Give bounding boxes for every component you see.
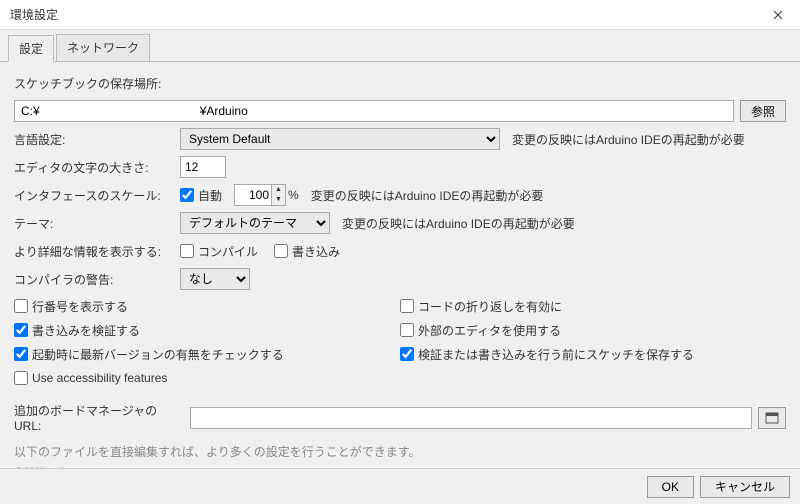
spin-down-icon[interactable]: ▼ <box>271 195 285 205</box>
auto-label: 自動 <box>198 187 222 204</box>
warnings-label: コンパイラの警告: <box>14 271 180 288</box>
percent-label: % <box>288 188 299 202</box>
settings-panel: スケッチブックの保存場所: 参照 言語設定: System Default 変更… <box>0 62 800 473</box>
auto-scale-checkbox[interactable]: 自動 <box>180 187 222 204</box>
fontsize-label: エディタの文字の大きさ: <box>14 159 180 176</box>
scale-spinner[interactable]: ▲▼ <box>234 184 286 206</box>
verbose-label: より詳細な情報を表示する: <box>14 243 180 260</box>
line-numbers-checkbox[interactable]: 行番号を表示する <box>14 298 128 315</box>
tab-bar: 設定 ネットワーク <box>0 30 800 62</box>
ok-button[interactable]: OK <box>647 476 694 498</box>
external-editor-checkbox[interactable]: 外部のエディタを使用する <box>400 322 561 339</box>
theme-label: テーマ: <box>14 215 180 232</box>
verify-upload-checkbox[interactable]: 書き込みを検証する <box>14 322 140 339</box>
boards-url-label: 追加のボードマネージャのURL: <box>14 402 184 433</box>
spin-up-icon[interactable]: ▲ <box>271 185 285 195</box>
language-select[interactable]: System Default <box>180 128 500 150</box>
sketchbook-path-input[interactable] <box>14 100 734 122</box>
window-title: 環境設定 <box>10 6 58 23</box>
upload-checkbox[interactable]: 書き込み <box>274 243 340 260</box>
save-verify-checkbox[interactable]: 検証または書き込みを行う前にスケッチを保存する <box>400 346 694 363</box>
scale-input[interactable] <box>235 188 271 202</box>
code-folding-checkbox[interactable]: コードの折り返しを有効に <box>400 298 562 315</box>
theme-select[interactable]: デフォルトのテーマ <box>180 212 330 234</box>
theme-restart-note: 変更の反映にはArduino IDEの再起動が必要 <box>342 215 575 232</box>
button-bar: OK キャンセル <box>0 468 800 504</box>
tab-settings[interactable]: 設定 <box>8 35 54 62</box>
sketchbook-label: スケッチブックの保存場所: <box>14 75 161 92</box>
browse-button[interactable]: 参照 <box>740 100 786 122</box>
boards-url-edit-button[interactable] <box>758 407 786 429</box>
close-button[interactable] <box>755 0 800 30</box>
scale-restart-note: 変更の反映にはArduino IDEの再起動が必要 <box>311 187 544 204</box>
check-updates-checkbox[interactable]: 起動時に最新バージョンの有無をチェックする <box>14 346 284 363</box>
boards-url-input[interactable] <box>190 407 752 429</box>
warnings-select[interactable]: なし <box>180 268 250 290</box>
titlebar: 環境設定 <box>0 0 800 30</box>
window-icon <box>765 412 779 424</box>
scale-label: インタフェースのスケール: <box>14 187 180 204</box>
language-label: 言語設定: <box>14 131 180 148</box>
tab-network[interactable]: ネットワーク <box>56 34 150 61</box>
fontsize-input[interactable] <box>180 156 226 178</box>
compile-checkbox[interactable]: コンパイル <box>180 243 258 260</box>
close-icon <box>773 10 783 20</box>
direct-edit-note: 以下のファイルを直接編集すれば、より多くの設定を行うことができます。 <box>14 443 786 461</box>
language-restart-note: 変更の反映にはArduino IDEの再起動が必要 <box>512 131 745 148</box>
accessibility-checkbox[interactable]: Use accessibility features <box>14 371 167 385</box>
cancel-button[interactable]: キャンセル <box>700 476 790 498</box>
